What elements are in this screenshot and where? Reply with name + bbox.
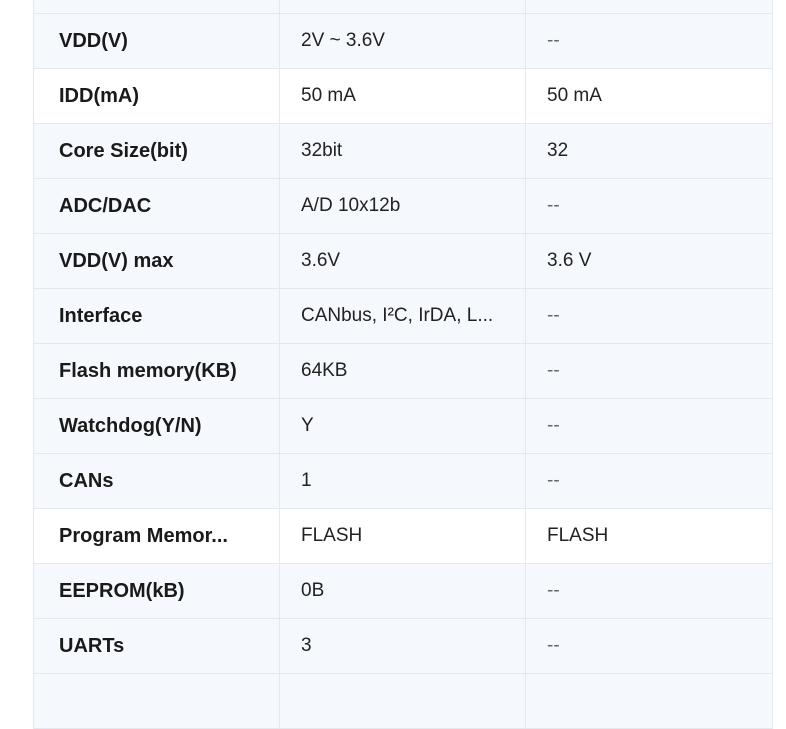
table-row: VDD(V) 2V ~ 3.6V -- [34,14,772,69]
spec-value-1: FLASH [280,509,526,563]
spec-value-1: 3 [280,619,526,673]
spec-label [34,674,280,728]
table-row: IDD(mA) 50 mA 50 mA [34,69,772,124]
spec-value-2: 50 mA [547,85,602,106]
spec-value-1: CANbus, I²C, IrDA, L... [280,289,526,343]
table-row: UARTs 3 -- [34,619,772,674]
spec-value-1: 64KB [280,344,526,398]
spec-value-1: A/D 10x12b [280,179,526,233]
table-row: CANs 1 -- [34,454,772,509]
spec-value-2 [526,674,772,728]
table-row: Program Memor... FLASH FLASH [34,509,772,564]
table-row [34,674,772,729]
spec-value-2: 3.6 V [547,250,592,271]
spec-value-1: 0B [280,564,526,618]
spec-label [34,0,280,13]
spec-value-2: -- [547,635,560,656]
spec-value-1: 32bit [280,124,526,178]
table-row [34,0,772,14]
spec-label: Interface [34,289,280,343]
spec-label: Program Memor... [34,509,280,563]
table-row: EEPROM(kB) 0B -- [34,564,772,619]
table-row: Core Size(bit) 32bit 32 [34,124,772,179]
spec-value-1: 3.6V [280,234,526,288]
spec-value-1: 2V ~ 3.6V [280,14,526,68]
spec-value-2: 32 [547,140,569,161]
spec-value-2 [526,0,772,13]
spec-value-2: -- [547,415,560,436]
spec-label: VDD(V) max [34,234,280,288]
spec-label: CANs [34,454,280,508]
table-row: Watchdog(Y/N) Y -- [34,399,772,454]
spec-label: IDD(mA) [34,69,280,123]
spec-value-2: -- [547,30,560,51]
spec-value-1 [280,0,526,13]
spec-label: ADC/DAC [34,179,280,233]
spec-label: UARTs [34,619,280,673]
spec-value-2: -- [547,195,560,216]
spec-value-2: FLASH [547,525,609,546]
spec-value-2: -- [547,470,560,491]
spec-label: VDD(V) [34,14,280,68]
spec-label: Core Size(bit) [34,124,280,178]
spec-label: EEPROM(kB) [34,564,280,618]
spec-value-1: 1 [280,454,526,508]
table-row: Interface CANbus, I²C, IrDA, L... -- [34,289,772,344]
spec-value-1 [280,674,526,728]
spec-label: Flash memory(KB) [34,344,280,398]
table-row: VDD(V) max 3.6V 3.6 V [34,234,772,289]
spec-value-1: Y [280,399,526,453]
spec-value-2: -- [547,580,560,601]
spec-value-1: 50 mA [280,69,526,123]
table-row: Flash memory(KB) 64KB -- [34,344,772,399]
spec-value-2: -- [547,360,560,381]
spec-label: Watchdog(Y/N) [34,399,280,453]
table-row: ADC/DAC A/D 10x12b -- [34,179,772,234]
spec-value-2: -- [547,305,560,326]
spec-table: VDD(V) 2V ~ 3.6V -- IDD(mA) 50 mA 50 mA … [33,0,773,729]
